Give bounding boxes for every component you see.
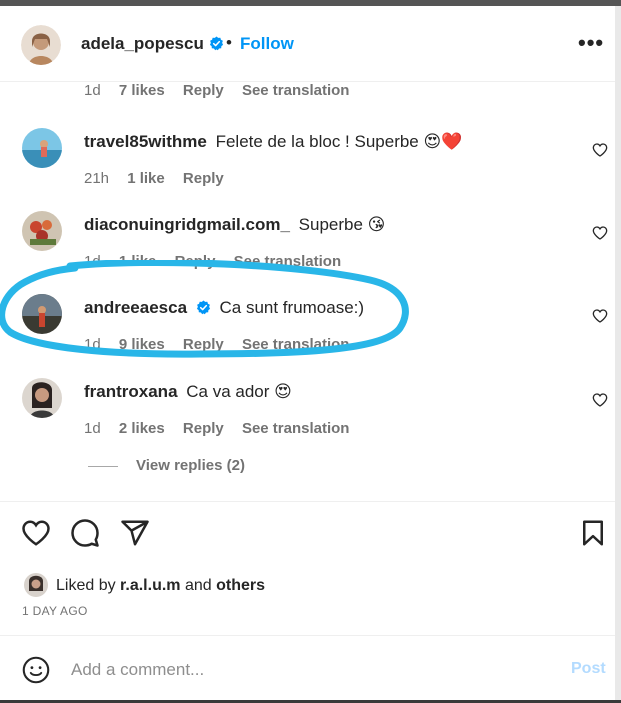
- commenter-avatar[interactable]: [22, 378, 62, 418]
- comment-likes[interactable]: 7 likes: [119, 82, 165, 99]
- comment-bubble-icon[interactable]: [70, 518, 100, 548]
- view-replies-button[interactable]: View replies (2): [88, 457, 245, 474]
- view-replies-label[interactable]: View replies (2): [136, 457, 245, 474]
- author-username[interactable]: adela_popescu: [81, 34, 224, 54]
- comment-time: 1d: [84, 336, 101, 353]
- commenter-username[interactable]: diaconuingridgmail.com_: [84, 215, 290, 234]
- share-send-icon[interactable]: [120, 518, 150, 548]
- post-comment-button[interactable]: Post: [571, 660, 606, 678]
- likes-others-link[interactable]: others: [216, 577, 265, 594]
- post-action-bar: [0, 502, 615, 566]
- more-options-icon[interactable]: •••: [578, 30, 604, 56]
- verified-badge-icon: [209, 36, 223, 51]
- liked-by-prefix: Liked by: [56, 577, 116, 594]
- follow-button[interactable]: Follow: [240, 34, 294, 54]
- see-translation-button[interactable]: See translation: [242, 82, 350, 99]
- header-separator: •: [226, 33, 232, 52]
- comment-meta: 1d 2 likes Reply See translation: [84, 420, 363, 437]
- post-timestamp[interactable]: 1 DAY AGO: [22, 604, 88, 618]
- comment-text: Ca va ador: [186, 382, 270, 401]
- comment-meta: 21h 1 like Reply: [84, 170, 238, 187]
- likes-summary-text: Liked by r.a.l.u.m and others: [56, 577, 265, 595]
- like-comment-heart-icon[interactable]: [592, 308, 608, 324]
- comment-emoji: 😘: [367, 215, 386, 234]
- see-translation-button[interactable]: See translation: [234, 253, 342, 270]
- liker-avatar[interactable]: [24, 573, 48, 597]
- comment-meta: 1d 1 like Reply See translation: [84, 253, 355, 270]
- comment-item: diaconuingridgmail.com_ Superbe 😘 1d 1 l…: [0, 211, 615, 295]
- replies-divider: [88, 465, 118, 467]
- comment-text: Superbe: [298, 215, 363, 234]
- commenter-username[interactable]: frantroxana: [84, 382, 178, 401]
- comment-item: andreeaesca Ca sunt frumoase:) 1d 9 like…: [0, 294, 615, 378]
- comment-text: Felete de la bloc ! Superbe: [215, 132, 419, 151]
- scrollbar-track[interactable]: [615, 6, 621, 703]
- comment-item: travel85withme Felete de la bloc ! Super…: [0, 128, 615, 212]
- comment-emoji: 😍❤️: [423, 132, 463, 151]
- comments-list[interactable]: 1d 7 likes Reply See translation travel8…: [0, 82, 615, 502]
- comment-time: 21h: [84, 170, 110, 187]
- comment-body: diaconuingridgmail.com_ Superbe 😘: [84, 215, 385, 235]
- comment-likes[interactable]: 2 likes: [119, 420, 165, 437]
- liked-by-and: and: [184, 577, 212, 594]
- post-header: adela_popescu • Follow •••: [0, 6, 615, 82]
- comment-time: 1d: [84, 253, 101, 270]
- comment-body: andreeaesca Ca sunt frumoase:): [84, 298, 364, 318]
- like-comment-heart-icon[interactable]: [592, 392, 608, 408]
- author-username-text[interactable]: adela_popescu: [81, 34, 204, 53]
- comment-likes[interactable]: 9 likes: [119, 336, 165, 353]
- like-heart-icon[interactable]: [21, 518, 51, 548]
- comment-likes[interactable]: 1 like: [119, 253, 157, 270]
- reply-button[interactable]: Reply: [183, 82, 224, 99]
- liker-username[interactable]: r.a.l.u.m: [120, 577, 180, 594]
- commenter-username[interactable]: travel85withme: [84, 132, 207, 151]
- previous-comment-meta: 1d 7 likes Reply See translation: [84, 82, 363, 99]
- see-translation-button[interactable]: See translation: [242, 420, 350, 437]
- comment-item: frantroxana Ca va ador 😍 1d 2 likes Repl…: [0, 378, 615, 462]
- comment-composer: Add a comment... Post: [0, 635, 615, 701]
- reply-button[interactable]: Reply: [183, 336, 224, 353]
- reply-button[interactable]: Reply: [183, 420, 224, 437]
- comment-time: 1d: [84, 420, 101, 437]
- see-translation-button[interactable]: See translation: [242, 336, 350, 353]
- comment-body: travel85withme Felete de la bloc ! Super…: [84, 132, 462, 152]
- comment-body: frantroxana Ca va ador 😍: [84, 382, 292, 402]
- commenter-avatar[interactable]: [22, 128, 62, 168]
- emoji-picker-icon[interactable]: [22, 656, 50, 684]
- author-avatar[interactable]: [21, 25, 61, 65]
- comment-text: Ca sunt frumoase:): [219, 298, 365, 317]
- save-bookmark-icon[interactable]: [578, 518, 608, 548]
- add-comment-input[interactable]: Add a comment...: [71, 660, 204, 680]
- like-comment-heart-icon[interactable]: [592, 142, 608, 158]
- comment-likes[interactable]: 1 like: [127, 170, 165, 187]
- verified-badge-icon: [196, 300, 210, 315]
- comment-emoji: 😍: [274, 382, 292, 401]
- like-comment-heart-icon[interactable]: [592, 225, 608, 241]
- reply-button[interactable]: Reply: [175, 253, 216, 270]
- commenter-avatar[interactable]: [22, 211, 62, 251]
- reply-button[interactable]: Reply: [183, 170, 224, 187]
- comment-meta: 1d 9 likes Reply See translation: [84, 336, 363, 353]
- comment-time: 1d: [84, 82, 101, 99]
- commenter-username[interactable]: andreeaesca: [84, 298, 187, 317]
- commenter-avatar[interactable]: [22, 294, 62, 334]
